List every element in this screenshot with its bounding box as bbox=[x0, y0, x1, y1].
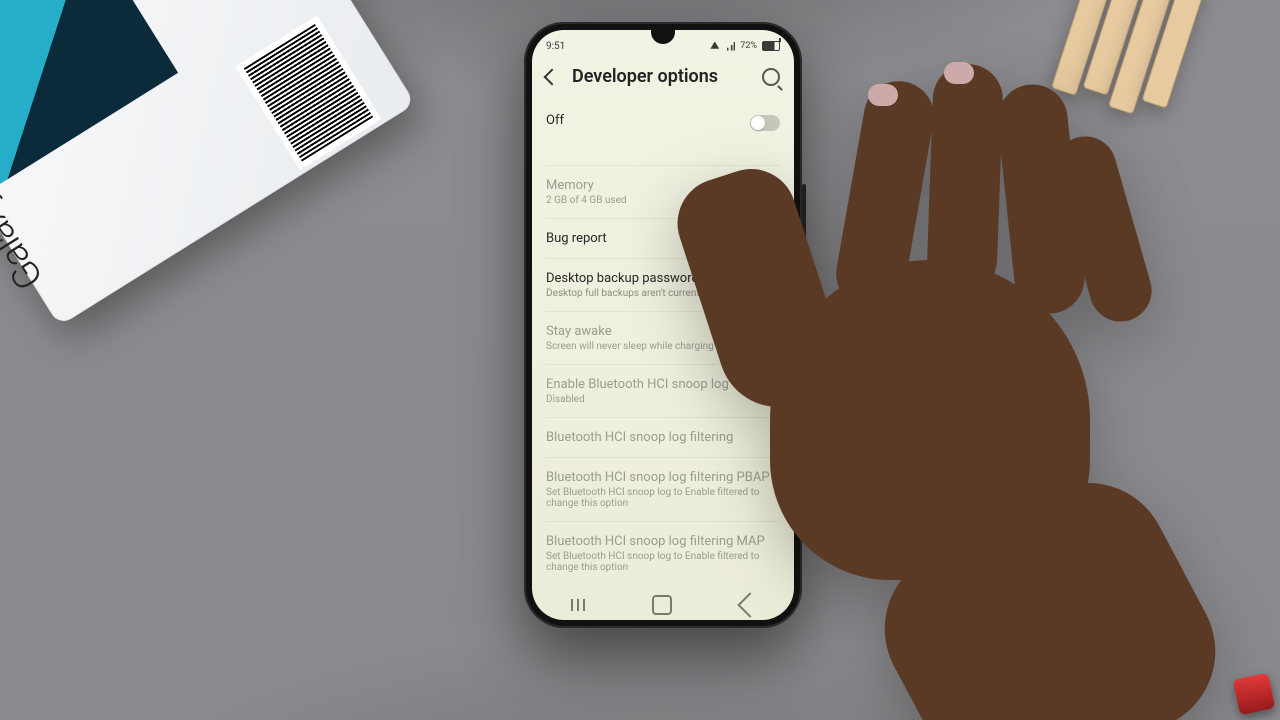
watermark-badge bbox=[1233, 673, 1276, 716]
battery-text: 72% bbox=[740, 41, 757, 51]
home-icon[interactable] bbox=[652, 595, 672, 615]
battery-icon bbox=[762, 41, 780, 51]
search-icon[interactable] bbox=[762, 68, 780, 86]
back-icon[interactable] bbox=[544, 68, 561, 85]
recents-icon[interactable] bbox=[567, 597, 583, 613]
hand bbox=[700, 90, 1160, 710]
status-time: 9:51 bbox=[546, 41, 565, 52]
page-title: Developer options bbox=[572, 66, 748, 87]
signal-icon bbox=[724, 42, 735, 51]
wifi-icon bbox=[710, 42, 719, 51]
